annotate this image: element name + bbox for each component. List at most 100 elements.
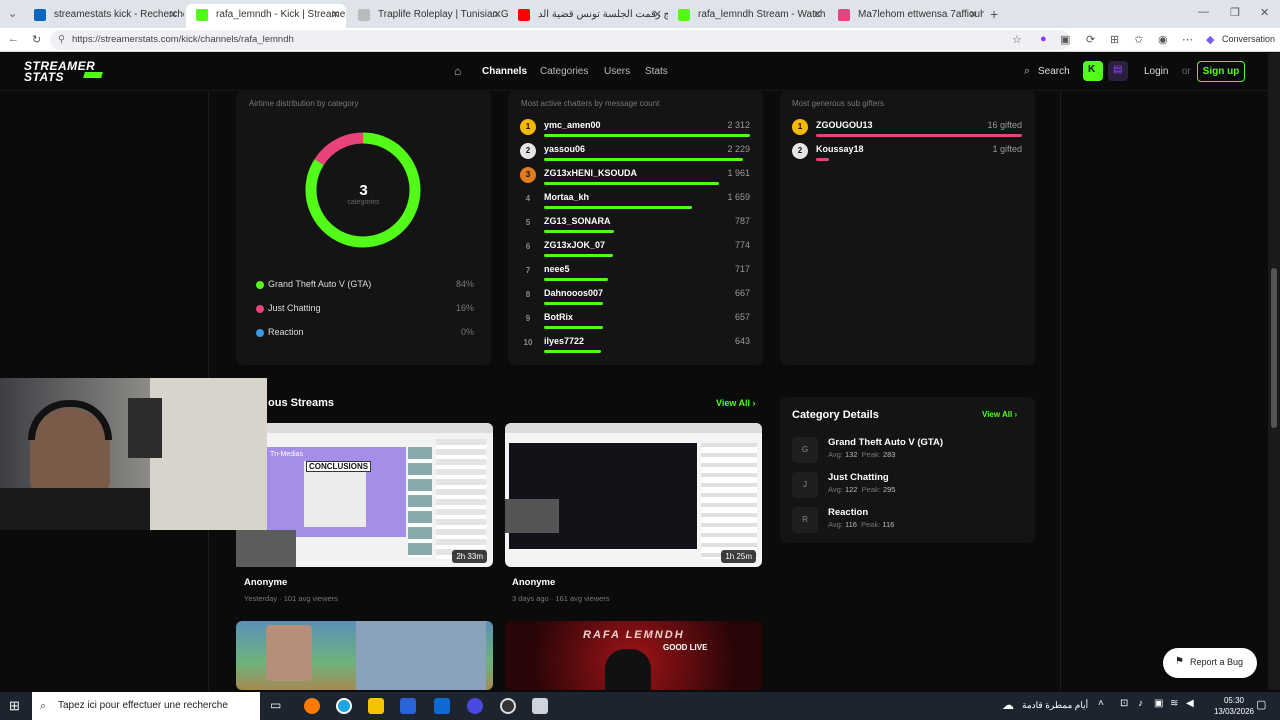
- chatter-row[interactable]: 7 neee5 717: [520, 263, 750, 287]
- browser-tab[interactable]: Ma7lehom ettwensa 7affiouha fel ✕: [828, 4, 984, 28]
- stream-thumbnail[interactable]: RAFA LEMNDH GOOD LIVE: [505, 621, 762, 690]
- category-row-gta[interactable]: G Grand Theft Auto V (GTA) Avg: 132 Peak…: [792, 435, 1022, 465]
- kick-platform-button[interactable]: K: [1083, 61, 1103, 81]
- stream-title[interactable]: Anonyme: [244, 577, 287, 588]
- close-tab-icon[interactable]: ✕: [969, 4, 978, 26]
- tray-overflow-icon[interactable]: ˄: [1098, 698, 1104, 709]
- volume-icon[interactable]: ◀: [1186, 698, 1194, 709]
- stream-thumbnail[interactable]: 1h 25m: [505, 423, 762, 567]
- nav-channels[interactable]: Channels: [482, 66, 527, 77]
- report-bug-label: Report a Bug: [1190, 657, 1244, 667]
- kick-icon: K: [1088, 64, 1096, 75]
- close-tab-icon[interactable]: ✕: [653, 4, 662, 26]
- minimize-icon[interactable]: —: [1198, 6, 1209, 18]
- refresh-icon[interactable]: ↻: [32, 33, 41, 46]
- peak-label: Peak:: [861, 450, 881, 459]
- close-tab-icon[interactable]: ✕: [493, 4, 502, 26]
- taskbar-search-input[interactable]: ⌕ Tapez ici pour effectuer une recherche: [32, 692, 260, 720]
- stream-thumbnail[interactable]: [236, 621, 493, 690]
- twitch-platform-button[interactable]: ▤: [1108, 61, 1128, 81]
- chatter-row[interactable]: 9 BotRix 657: [520, 311, 750, 335]
- streams-view-all-link[interactable]: View All ›: [716, 398, 756, 408]
- profile-icon[interactable]: ◉: [1158, 33, 1168, 46]
- stream-title[interactable]: Anonyme: [512, 577, 555, 588]
- category-row-just-chatting[interactable]: J Just Chatting Avg: 122 Peak: 295: [792, 470, 1022, 500]
- browser-tab[interactable]: streamestats kick - Recherche ✕: [24, 4, 184, 28]
- chatter-row[interactable]: 1 ymc_amen00 2 312: [520, 119, 750, 143]
- avg-value: 116: [844, 520, 857, 529]
- edge-icon[interactable]: [336, 698, 352, 714]
- site-info-icon[interactable]: ⚲: [58, 30, 65, 50]
- streamerstats-favicon-icon: [196, 9, 208, 21]
- nav-stats[interactable]: Stats: [645, 66, 668, 77]
- message-count-bar: [544, 206, 692, 209]
- mail-icon[interactable]: [434, 698, 450, 714]
- chrome-icon[interactable]: [467, 698, 483, 714]
- back-icon[interactable]: ←: [8, 33, 19, 45]
- microphone-icon[interactable]: ♪: [1138, 698, 1143, 709]
- chatter-row[interactable]: 6 ZG13xJOK_07 774: [520, 239, 750, 263]
- page-scrollbar-track[interactable]: [1268, 53, 1280, 690]
- favorites-icon[interactable]: ✩: [1134, 33, 1143, 46]
- favorite-icon[interactable]: ☆: [1012, 33, 1022, 46]
- close-tab-icon[interactable]: ✕: [813, 4, 822, 26]
- search-icon[interactable]: ⌕: [1024, 65, 1030, 78]
- chatters-subtitle: Most active chatters by message count: [521, 99, 660, 108]
- chatter-row[interactable]: 10 ilyes7722 643: [520, 335, 750, 359]
- wifi-icon[interactable]: ≋: [1170, 698, 1178, 709]
- nav-users[interactable]: Users: [604, 66, 630, 77]
- chatter-row[interactable]: 2 yassou06 2 229: [520, 143, 750, 167]
- legend-percent: 16%: [455, 303, 474, 313]
- maximize-icon[interactable]: ❐: [1230, 6, 1240, 19]
- file-explorer-icon[interactable]: [368, 698, 384, 714]
- task-view-icon[interactable]: ▭: [270, 698, 281, 712]
- search-button[interactable]: Search: [1038, 66, 1070, 77]
- close-window-icon[interactable]: ✕: [1260, 6, 1269, 19]
- message-count-bar: [544, 158, 743, 161]
- login-link[interactable]: Login: [1144, 66, 1168, 77]
- category-row-reaction[interactable]: R Reaction Avg: 116 Peak: 116: [792, 505, 1022, 535]
- tab-list-icon[interactable]: ⌄: [8, 7, 17, 20]
- rank-badge: 3: [520, 167, 536, 183]
- chatter-row[interactable]: 3 ZG13xHENI_KSOUDA 1 961: [520, 167, 750, 191]
- extension-icon[interactable]: ▣: [1060, 33, 1070, 46]
- extensions-icon[interactable]: ⟳: [1086, 33, 1095, 46]
- firefox-icon[interactable]: [304, 698, 320, 714]
- close-tab-icon[interactable]: ✕: [169, 4, 178, 26]
- notifications-icon[interactable]: ▢: [1256, 698, 1266, 711]
- windows-start-icon[interactable]: ⊞: [9, 698, 20, 714]
- store-icon[interactable]: [400, 698, 416, 714]
- more-menu-icon[interactable]: ⋯: [1182, 33, 1193, 46]
- gifter-row[interactable]: 2 Koussay18 1 gifted: [792, 143, 1022, 167]
- signup-button[interactable]: Sign up: [1197, 61, 1245, 82]
- chatter-name: ilyes7722: [544, 336, 585, 346]
- report-bug-button[interactable]: ⚑ Report a Bug: [1163, 648, 1257, 678]
- copilot-icon[interactable]: ◆: [1206, 33, 1214, 46]
- gifter-row[interactable]: 1 ZGOUGOU13 16 gifted: [792, 119, 1022, 143]
- conversation-label[interactable]: Conversation: [1222, 34, 1275, 44]
- browser-tab-active[interactable]: rafa_lemndh - Kick | StreamerStats ✕: [186, 4, 346, 28]
- chatter-row[interactable]: 4 Mortaa_kh 1 659: [520, 191, 750, 215]
- chatter-row[interactable]: 5 ZG13_SONARA 787: [520, 215, 750, 239]
- extension-icon[interactable]: ●: [1040, 33, 1047, 45]
- network-icon[interactable]: ⊡: [1120, 698, 1128, 709]
- message-count-bar: [544, 230, 615, 233]
- weather-text[interactable]: أيام ممطرة قادمة: [1022, 700, 1088, 711]
- chatter-row[interactable]: 8 Dahnooos007 667: [520, 287, 750, 311]
- page-scrollbar-thumb[interactable]: [1271, 268, 1277, 428]
- nav-categories[interactable]: Categories: [540, 66, 588, 77]
- new-tab-icon[interactable]: +: [990, 6, 998, 22]
- display-icon[interactable]: ▣: [1154, 698, 1163, 709]
- split-screen-icon[interactable]: ⊞: [1110, 33, 1119, 46]
- obs-icon[interactable]: [500, 698, 516, 714]
- weather-icon[interactable]: ☁: [1002, 698, 1014, 712]
- browser-tab[interactable]: rafa_lemndh Stream - Watch Live ✕: [668, 4, 828, 28]
- browser-tab[interactable]: برامج رقمت الجلسة تونس قضية الد ✕: [508, 4, 668, 28]
- app-icon[interactable]: [532, 698, 548, 714]
- home-icon[interactable]: ⌂: [454, 64, 461, 78]
- taskbar-clock[interactable]: 05:30 13/03/2026: [1214, 695, 1254, 717]
- close-tab-icon[interactable]: ✕: [331, 4, 340, 26]
- categories-view-all-link[interactable]: View All ›: [982, 410, 1017, 419]
- browser-tab[interactable]: Traplife Roleplay | Tunisian GTA V ✕: [348, 4, 508, 28]
- address-bar[interactable]: ⚲ https://streamerstats.com/kick/channel…: [50, 30, 1070, 50]
